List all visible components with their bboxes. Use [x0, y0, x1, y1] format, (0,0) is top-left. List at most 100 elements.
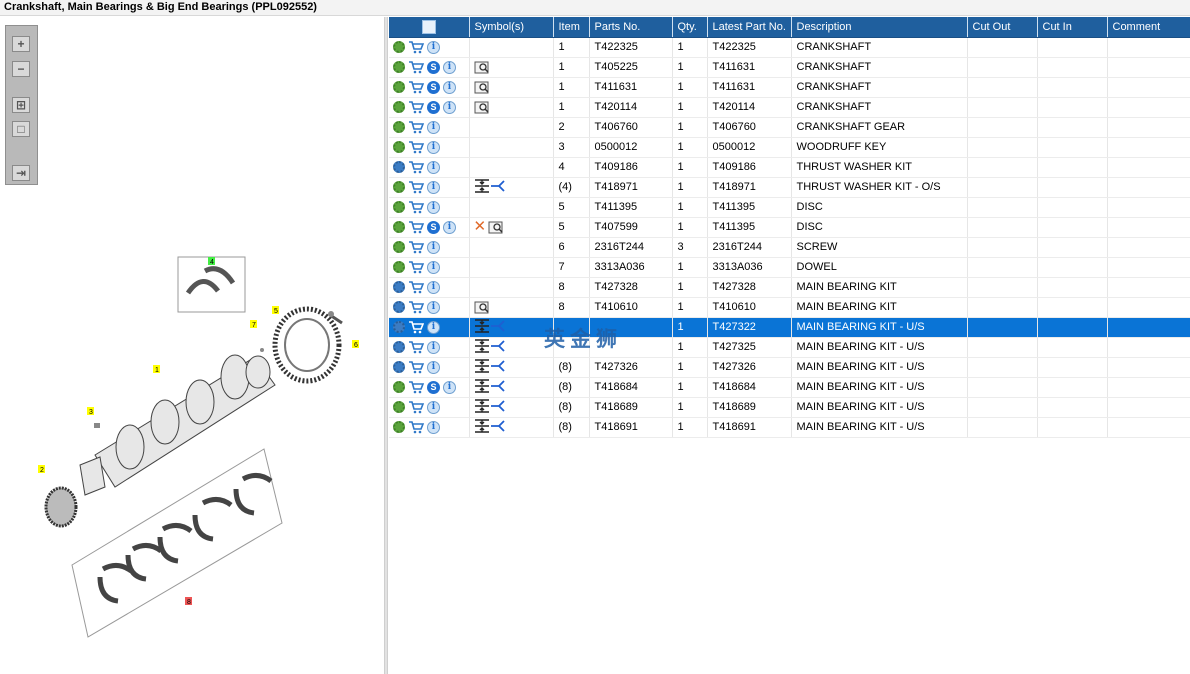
info-icon[interactable]: i: [427, 40, 440, 54]
column-header-actions[interactable]: [389, 17, 470, 38]
undersize-measure-icon[interactable]: [474, 398, 506, 416]
add-to-cart-icon[interactable]: [408, 220, 425, 234]
column-header-parts-no[interactable]: Parts No.: [589, 17, 673, 38]
part-gear-icon[interactable]: [393, 121, 405, 133]
part-gear-icon[interactable]: [393, 101, 405, 113]
part-gear-icon[interactable]: [393, 201, 405, 213]
column-header-cut-out[interactable]: Cut Out: [967, 17, 1038, 38]
add-to-cart-icon[interactable]: [408, 380, 425, 394]
assembly-gears-icon[interactable]: [393, 161, 405, 173]
part-gear-icon[interactable]: [393, 181, 405, 193]
assembly-gears-icon[interactable]: [393, 321, 405, 333]
table-row[interactable]: Si 1 T420114 1 T420114 CRANKSHAFT: [389, 97, 1190, 118]
reference-book-icon[interactable]: [474, 81, 490, 94]
add-to-cart-icon[interactable]: [408, 60, 425, 74]
part-gear-icon[interactable]: [393, 261, 405, 273]
supersession-icon[interactable]: S: [427, 80, 440, 94]
column-header-latest-part[interactable]: Latest Part No.: [707, 17, 792, 38]
add-to-cart-icon[interactable]: [408, 160, 425, 174]
assembly-gears-icon[interactable]: [393, 301, 405, 313]
info-icon[interactable]: i: [443, 80, 456, 94]
info-icon[interactable]: i: [427, 420, 440, 434]
table-row[interactable]: Si 1 T411631 1 T411631 CRANKSHAFT: [389, 77, 1190, 98]
info-icon[interactable]: i: [427, 200, 440, 214]
add-to-cart-icon[interactable]: [408, 280, 425, 294]
table-row[interactable]: i (4) T418971 1 T418971 THRUST WASHER KIT - O…: [389, 177, 1190, 198]
add-to-cart-icon[interactable]: [408, 80, 425, 94]
undersize-measure-icon[interactable]: [474, 178, 506, 196]
assembly-gears-icon[interactable]: [393, 281, 405, 293]
table-row[interactable]: Si 1 T405225 1 T411631 CRANKSHAFT: [389, 57, 1190, 78]
table-row[interactable]: i 6 2316T244 3 2316T244 SCREW: [389, 237, 1190, 258]
undersize-measure-icon[interactable]: [474, 418, 506, 436]
reference-book-icon[interactable]: [474, 61, 490, 74]
table-row[interactable]: Si (8) T418684 1 T418684 MAIN BEARING KIT - U…: [389, 377, 1190, 398]
info-icon[interactable]: i: [427, 360, 440, 374]
actual-size-button[interactable]: □: [12, 121, 30, 137]
pane-splitter[interactable]: [384, 17, 388, 674]
zoom-in-button[interactable]: +: [12, 36, 30, 52]
table-row[interactable]: i 1 T427325 MAIN BEARING KIT - U/S: [389, 337, 1190, 358]
add-to-cart-icon[interactable]: [408, 180, 425, 194]
add-to-cart-icon[interactable]: [408, 420, 425, 434]
column-header-description[interactable]: Description: [791, 17, 968, 38]
part-gear-icon[interactable]: [393, 401, 405, 413]
supersession-icon[interactable]: S: [427, 100, 440, 114]
undersize-measure-icon[interactable]: [474, 378, 506, 396]
add-to-cart-icon[interactable]: [408, 200, 425, 214]
part-gear-icon[interactable]: [393, 381, 405, 393]
undersize-measure-icon[interactable]: [474, 338, 506, 356]
add-to-cart-icon[interactable]: [408, 120, 425, 134]
add-to-cart-icon[interactable]: [408, 320, 425, 334]
table-row[interactable]: i 3 0500012 1 0500012 WOODRUFF KEY: [389, 137, 1190, 158]
table-row[interactable]: i (8) T418689 1 T418689 MAIN BEARING KIT - U/…: [389, 397, 1190, 418]
add-to-cart-icon[interactable]: [408, 140, 425, 154]
supersession-icon[interactable]: S: [427, 380, 440, 394]
assembly-gears-icon[interactable]: [393, 361, 405, 373]
info-icon[interactable]: i: [427, 340, 440, 354]
info-icon[interactable]: i: [443, 60, 456, 74]
part-gear-icon[interactable]: [393, 61, 405, 73]
part-gear-icon[interactable]: [393, 221, 405, 233]
info-icon[interactable]: i: [427, 140, 440, 154]
part-gear-icon[interactable]: [393, 141, 405, 153]
column-header-comment[interactable]: Comment: [1107, 17, 1190, 38]
add-to-cart-icon[interactable]: [408, 100, 425, 114]
table-row[interactable]: i 8 T410610 1 T410610 MAIN BEARING KIT: [389, 297, 1190, 318]
info-icon[interactable]: i: [443, 220, 456, 234]
add-to-cart-icon[interactable]: [408, 400, 425, 414]
part-gear-icon[interactable]: [393, 81, 405, 93]
add-to-cart-icon[interactable]: [408, 340, 425, 354]
table-row[interactable]: i 2 T406760 1 T406760 CRANKSHAFT GEAR: [389, 117, 1190, 138]
zoom-out-button[interactable]: −: [12, 61, 30, 77]
add-to-cart-icon[interactable]: [408, 360, 425, 374]
table-row[interactable]: i 7 3313A036 1 3313A036 DOWEL: [389, 257, 1190, 278]
info-icon[interactable]: i: [427, 260, 440, 274]
reference-book-icon[interactable]: [474, 101, 490, 114]
part-gear-icon[interactable]: [393, 241, 405, 253]
column-header-symbols[interactable]: Symbol(s): [469, 17, 554, 38]
reference-book-icon[interactable]: [474, 301, 490, 314]
assembly-gears-icon[interactable]: [393, 341, 405, 353]
reference-book-icon[interactable]: [488, 221, 504, 234]
supersession-icon[interactable]: S: [427, 220, 440, 234]
add-to-cart-icon[interactable]: [408, 300, 425, 314]
column-header-cut-in[interactable]: Cut In: [1037, 17, 1108, 38]
table-row[interactable]: i (8) T427326 1 T427326 MAIN BEARING KIT - U/…: [389, 357, 1190, 378]
table-row[interactable]: Si ✕ 5 T407599 1 T411395 DISC: [389, 217, 1190, 238]
add-to-cart-icon[interactable]: [408, 40, 425, 54]
info-icon[interactable]: i: [427, 180, 440, 194]
info-icon[interactable]: i: [427, 120, 440, 134]
column-header-qty[interactable]: Qty.: [672, 17, 708, 38]
table-row[interactable]: i 8 T427328 1 T427328 MAIN BEARING KIT: [389, 277, 1190, 298]
column-header-item[interactable]: Item: [553, 17, 590, 38]
info-icon[interactable]: i: [427, 300, 440, 314]
supersession-icon[interactable]: S: [427, 60, 440, 74]
part-gear-icon[interactable]: [393, 41, 405, 53]
info-icon[interactable]: i: [427, 280, 440, 294]
info-icon[interactable]: i: [427, 400, 440, 414]
info-icon[interactable]: i: [427, 160, 440, 174]
table-row[interactable]: i 5 T411395 1 T411395 DISC: [389, 197, 1190, 218]
table-row[interactable]: i 1 T422325 1 T422325 CRANKSHAFT: [389, 37, 1190, 58]
info-icon[interactable]: i: [427, 320, 440, 334]
